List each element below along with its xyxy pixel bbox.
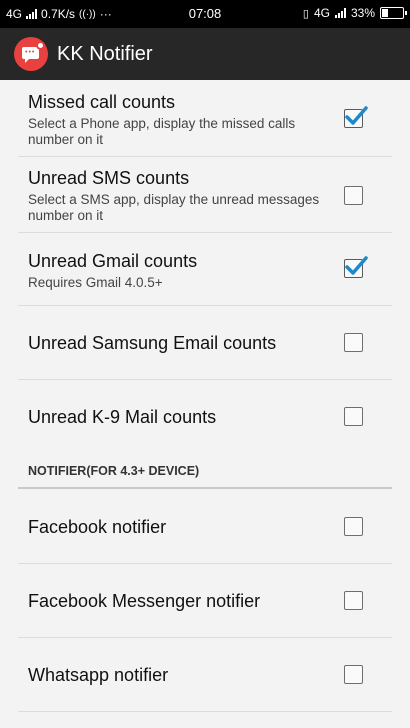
battery-icon [380,7,407,19]
notifier-bubble-icon: ••• [14,37,48,71]
setting-title: Facebook notifier [28,517,167,537]
checkbox-samsung-email[interactable] [344,333,363,352]
setting-summary: Select a Phone app, display the missed c… [28,116,296,147]
status-right: ▯ 4G 33% [302,6,407,20]
setting-gmail[interactable]: Unread Gmail counts Requires Gmail 4.0.5… [18,233,392,306]
setting-facebook-notifier[interactable]: Facebook notifier [18,489,392,564]
setting-sms[interactable]: Unread SMS counts Select a SMS app, disp… [18,157,392,233]
checkbox-messenger[interactable] [344,591,363,610]
checkbox-k9-mail[interactable] [344,407,363,426]
checkbox-facebook[interactable] [344,517,363,536]
setting-title: Unread SMS counts [28,168,190,188]
setting-whatsapp-notifier[interactable]: Whatsapp notifier [18,638,392,712]
setting-title: Unread Samsung Email counts [28,333,277,353]
setting-messenger-notifier[interactable]: Facebook Messenger notifier [18,564,392,638]
checkbox-gmail[interactable] [344,256,368,278]
checkmark-icon [345,106,368,125]
setting-missed-call[interactable]: Missed call counts Select a Phone app, d… [18,80,392,157]
setting-samsung-email[interactable]: Unread Samsung Email counts [18,306,392,380]
setting-title: Missed call counts [28,92,176,112]
checkbox-sms[interactable] [344,186,363,205]
battery-percent: 33% [350,6,375,20]
setting-title: Whatsapp notifier [28,665,169,685]
notifier-section-header: NOTIFIER(FOR 4.3+ DEVICE) [28,464,200,478]
checkbox-missed-call[interactable] [344,106,368,128]
app-bar: ••• KK Notifier [0,28,410,80]
setting-k9-mail[interactable]: Unread K-9 Mail counts [18,380,392,452]
network-type-right: 4G [313,6,330,20]
app-title: KK Notifier [57,42,153,65]
setting-title: Facebook Messenger notifier [28,591,261,611]
signal-icon-right [334,8,346,18]
checkmark-icon [345,256,368,275]
status-bar: 4G 0.7K/s ((·)) ··· 07:08 ▯ 4G 33% [0,0,410,28]
setting-title: Unread Gmail counts [28,251,198,271]
setting-title: Unread K-9 Mail counts [28,407,217,427]
vibrate-icon: ▯ [302,7,309,20]
setting-summary: Select a SMS app, display the unread mes… [28,192,320,223]
setting-summary: Requires Gmail 4.0.5+ [28,275,163,290]
checkbox-whatsapp[interactable] [344,665,363,684]
